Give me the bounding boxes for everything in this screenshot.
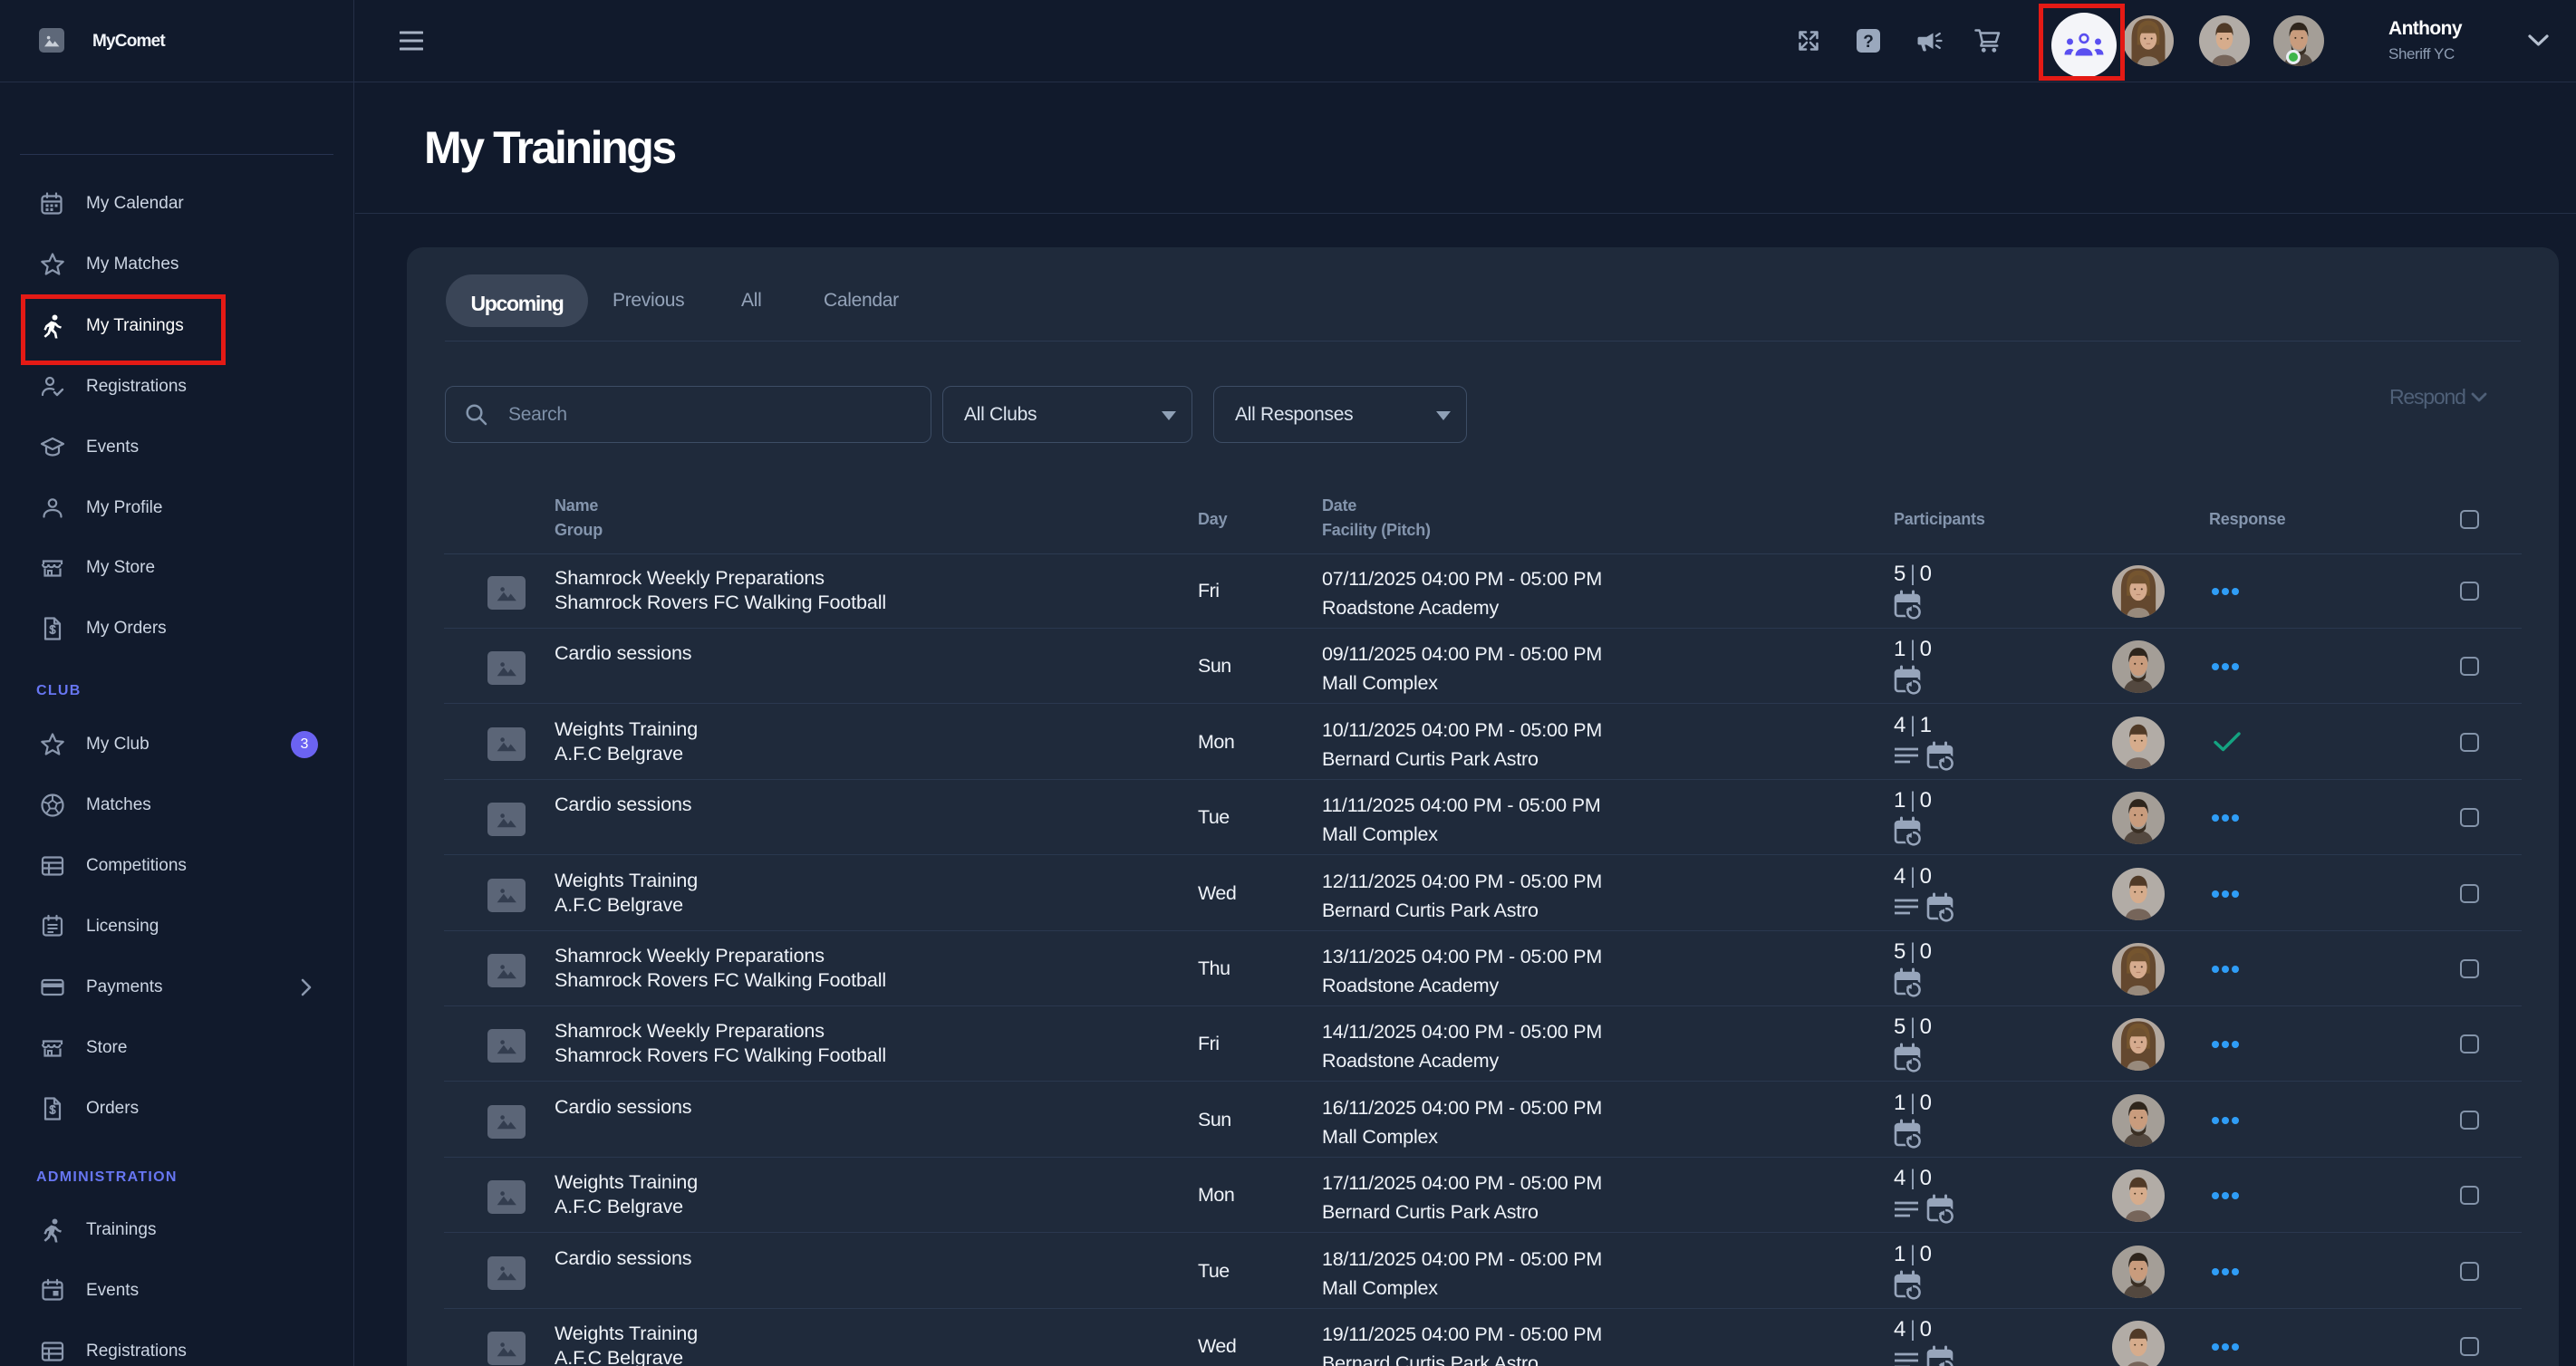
svg-text:?: ? <box>1863 33 1874 52</box>
